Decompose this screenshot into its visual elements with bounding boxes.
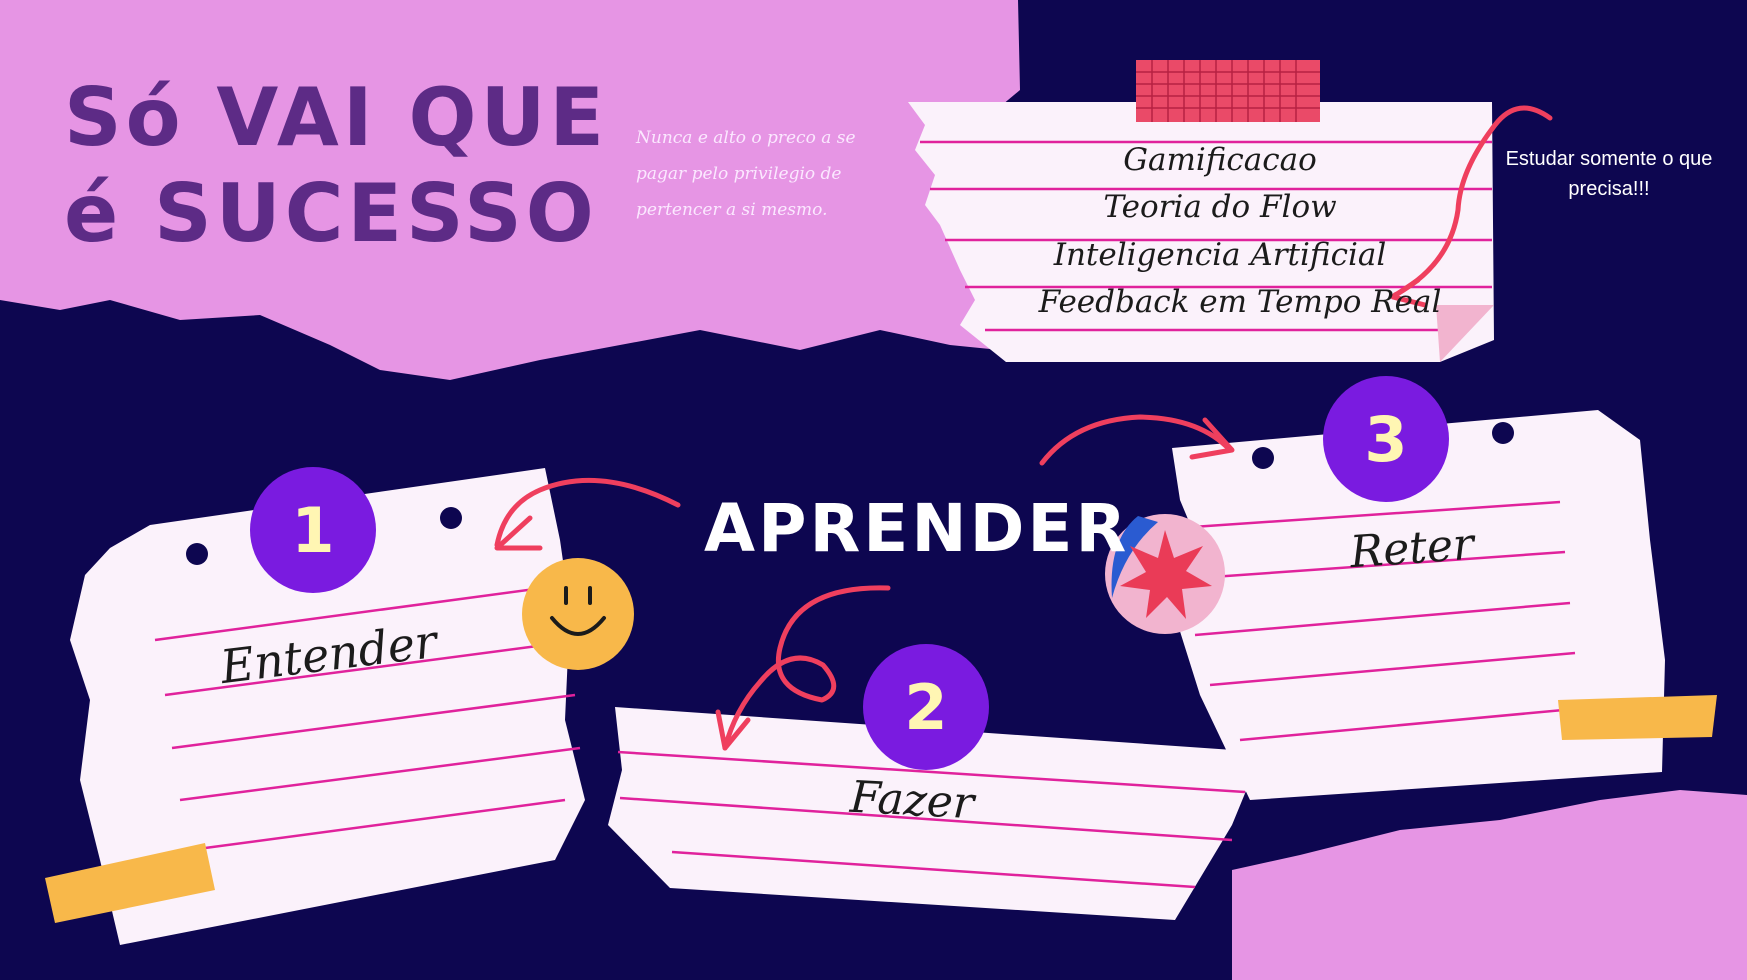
step-3-number: 3 xyxy=(1323,376,1449,502)
topic-teoria-do-flow: Teoria do Flow xyxy=(1103,189,1337,225)
step-1-number: 1 xyxy=(250,467,376,593)
smiley-face-icon xyxy=(522,558,634,670)
step-2-label: Fazer xyxy=(848,771,976,830)
washi-tape-icon xyxy=(1136,60,1320,122)
topic-inteligencia-artificial: Inteligencia Artificial xyxy=(1053,237,1387,273)
title-line-2: é SUCESSO xyxy=(64,167,598,260)
tape-yellow-right xyxy=(1558,695,1717,740)
topics-note xyxy=(908,102,1494,362)
quote-text: Nunca e alto o preco a se pagar pelo pri… xyxy=(636,128,856,220)
page-title: Só VAI QUE é SUCESSO xyxy=(64,70,624,262)
center-word-aprender: APRENDER xyxy=(704,490,1130,567)
topic-feedback-em-tempo-real: Feedback em Tempo Real xyxy=(1038,284,1442,320)
side-note-text: Estudar somente o que precisa!!! xyxy=(1505,148,1713,200)
step-3-label: Reter xyxy=(1348,518,1476,579)
canvas: Só VAI QUE é SUCESSO Nunca e alto o prec… xyxy=(0,0,1747,980)
step-2-number: 2 xyxy=(863,644,989,770)
pink-paper-bottom xyxy=(1232,790,1747,980)
title-line-1: Só VAI QUE xyxy=(64,71,609,164)
topic-gamificacao: Gamificacao xyxy=(1123,142,1317,178)
